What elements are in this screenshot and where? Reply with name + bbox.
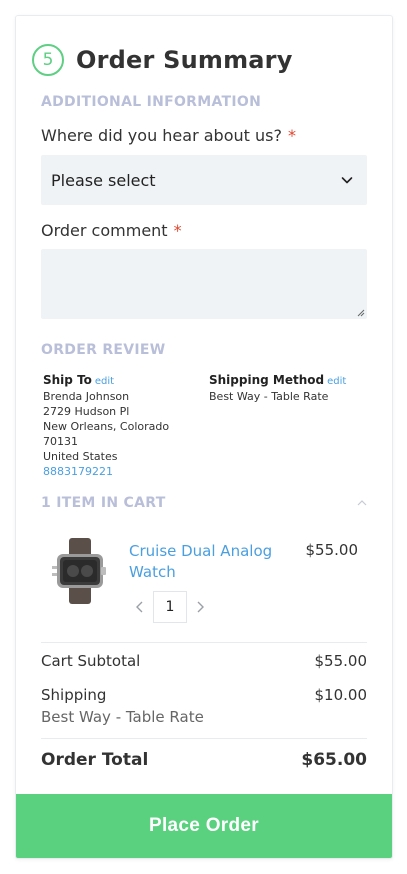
product-name-link[interactable]: Cruise Dual Analog Watch	[129, 541, 279, 583]
hear-about-select[interactable]: Please select	[41, 155, 367, 205]
increase-qty-button[interactable]	[189, 591, 211, 623]
place-order-button[interactable]: Place Order	[16, 794, 392, 858]
order-comment-label-text: Order comment	[41, 221, 168, 240]
shipping-method-edit-link[interactable]: edit	[327, 376, 346, 387]
order-summary-card: 5 Order Summary ADDITIONAL INFORMATION W…	[15, 15, 393, 859]
ship-to-line: New Orleans, Colorado 70131	[43, 420, 170, 448]
step-title: Order Summary	[76, 46, 293, 74]
subtotal-row: Cart Subtotal $55.00	[41, 652, 367, 670]
quantity-stepper: 1	[129, 591, 211, 623]
shipping-row: Shipping $10.00	[41, 686, 367, 704]
hear-about-select-value: Please select	[51, 170, 156, 190]
quantity-input[interactable]: 1	[153, 591, 187, 623]
shipping-method-block: Shipping Method edit Best Way - Table Rat…	[209, 373, 369, 404]
order-review-heading: ORDER REVIEW	[41, 342, 166, 358]
product-image	[52, 538, 106, 604]
decrease-qty-button[interactable]	[129, 591, 151, 623]
shipping-method-summary: Best Way - Table Rate	[41, 708, 204, 726]
order-total-row: Order Total $65.00	[41, 750, 367, 770]
divider	[41, 738, 367, 739]
divider	[41, 642, 367, 643]
subtotal-value: $55.00	[314, 652, 368, 670]
ship-to-line: Brenda Johnson	[43, 390, 130, 403]
hear-about-label-text: Where did you hear about us?	[41, 126, 282, 145]
order-comment-label: Order comment *	[41, 221, 182, 240]
chevron-down-icon	[341, 177, 353, 184]
resize-grip-icon[interactable]	[357, 309, 365, 317]
product-price: $55.00	[305, 541, 359, 559]
required-mark: *	[287, 126, 296, 145]
ship-to-phone[interactable]: 8883179221	[43, 464, 203, 479]
hear-about-label: Where did you hear about us? *	[41, 126, 296, 145]
ship-to-line: United States	[43, 450, 118, 463]
ship-to-edit-link[interactable]: edit	[95, 376, 114, 387]
shipping-label: Shipping	[41, 686, 107, 704]
ship-to-title: Ship To	[43, 373, 92, 387]
order-total-value: $65.00	[301, 750, 367, 770]
subtotal-label: Cart Subtotal	[41, 652, 141, 670]
shipping-method-value: Best Way - Table Rate	[209, 390, 329, 403]
ship-to-line: 2729 Hudson Pl	[43, 405, 130, 418]
shipping-method-title: Shipping Method	[209, 373, 325, 387]
chevron-right-icon	[197, 601, 204, 613]
chevron-left-icon	[136, 601, 143, 613]
order-total-label: Order Total	[41, 750, 149, 770]
step-number-badge: 5	[32, 44, 64, 76]
cart-toggle[interactable]: 1 ITEM IN CART	[41, 495, 367, 511]
chevron-up-icon	[357, 500, 367, 506]
ship-to-block: Ship To edit Brenda Johnson 2729 Hudson P…	[43, 373, 203, 479]
required-mark: *	[173, 221, 182, 240]
cart-heading: 1 ITEM IN CART	[41, 495, 166, 511]
step-header: 5 Order Summary	[32, 42, 293, 78]
order-comment-textarea[interactable]	[41, 249, 367, 319]
shipping-value: $10.00	[314, 686, 368, 704]
additional-info-heading: ADDITIONAL INFORMATION	[41, 94, 262, 110]
